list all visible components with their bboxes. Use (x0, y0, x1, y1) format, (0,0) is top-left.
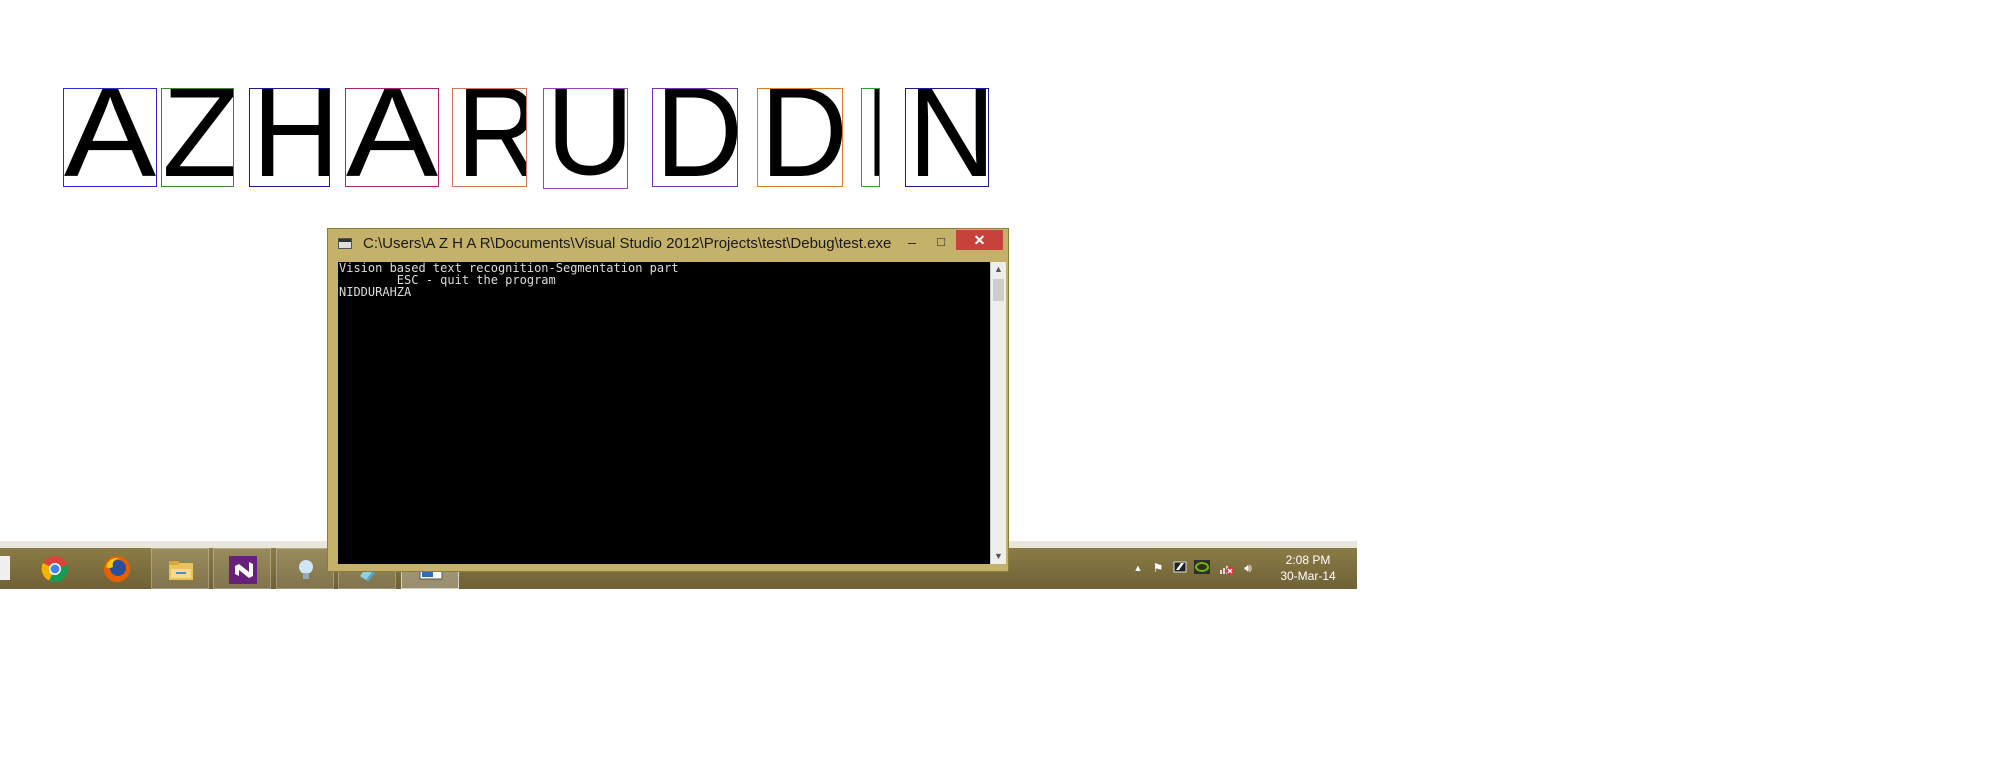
taskbar-chrome-button[interactable] (26, 548, 84, 589)
show-hidden-icons-arrow[interactable]: ▲ (1130, 560, 1146, 576)
segment-letter: Z (162, 88, 234, 187)
segment-letter: H (252, 89, 329, 186)
segment-letter: A (345, 88, 439, 187)
close-button[interactable]: ✕ (956, 230, 1003, 250)
console-text: Vision based text recognition-Segmentati… (339, 262, 679, 298)
firefox-icon (104, 556, 130, 582)
segment-box-u: U (543, 88, 628, 189)
segment-box-h: H (249, 88, 330, 187)
scroll-thumb[interactable] (993, 279, 1004, 301)
taskbar-firefox-button[interactable] (88, 548, 146, 589)
segment-letter: R (457, 89, 526, 186)
volume-icon[interactable]: 🔊︎ (1240, 560, 1256, 576)
taskbar-file-explorer-button[interactable] (151, 548, 209, 589)
taskbar-lightbulb-button[interactable] (276, 548, 334, 589)
maximize-button[interactable]: □ (928, 233, 954, 253)
segment-box-z: Z (161, 88, 234, 187)
console-window[interactable]: C:\Users\A Z H A R\Documents\Visual Stud… (327, 228, 1009, 572)
segment-box-i: I (861, 88, 880, 187)
clock[interactable]: 2:08 PM 30-Mar-14 (1268, 552, 1348, 584)
title-bar[interactable]: C:\Users\A Z H A R\Documents\Visual Stud… (328, 229, 1008, 257)
window-title: C:\Users\A Z H A R\Documents\Visual Stud… (363, 235, 892, 252)
clock-time: 2:08 PM (1285, 553, 1331, 567)
clock-date: 30-Mar-14 (1280, 569, 1336, 583)
start-button[interactable] (0, 556, 10, 580)
console-line-3: NIDDURAHZA (339, 285, 412, 299)
segment-box-d: D (652, 88, 738, 187)
app-tray-icon[interactable] (1172, 560, 1188, 576)
chrome-icon (41, 556, 68, 582)
segment-box-a2: A (345, 88, 439, 187)
network-disconnected-icon[interactable] (1218, 560, 1234, 576)
segment-box-d2: D (757, 88, 843, 187)
file-explorer-icon (169, 561, 193, 580)
scroll-down-arrow[interactable]: ▼ (991, 549, 1006, 564)
lightbulb-icon (299, 560, 313, 579)
nvidia-icon[interactable] (1194, 560, 1210, 576)
action-center-flag-icon[interactable]: ⚑ (1150, 560, 1166, 576)
segment-letter: U (546, 88, 628, 189)
segment-box-a: A (63, 88, 157, 187)
segment-letter: I (862, 89, 879, 186)
console-window-icon (338, 238, 352, 249)
segment-letter: D (655, 88, 738, 187)
segment-letter: N (908, 88, 989, 187)
segment-box-n: N (905, 88, 989, 187)
segment-box-r: R (452, 88, 527, 187)
system-tray: ▲ ⚑ 🔊︎ 2:08 PM 30-Mar-14 (1120, 548, 1357, 589)
minimize-button[interactable]: – (899, 233, 925, 253)
scroll-up-arrow[interactable]: ▲ (991, 262, 1006, 277)
vertical-scrollbar[interactable]: ▲ ▼ (990, 262, 1006, 564)
taskbar-visual-studio-button[interactable] (213, 548, 271, 589)
segment-letter: D (760, 88, 843, 187)
segment-letter: A (63, 88, 157, 187)
visual-studio-icon (229, 556, 257, 584)
console-output[interactable]: Vision based text recognition-Segmentati… (338, 262, 990, 564)
